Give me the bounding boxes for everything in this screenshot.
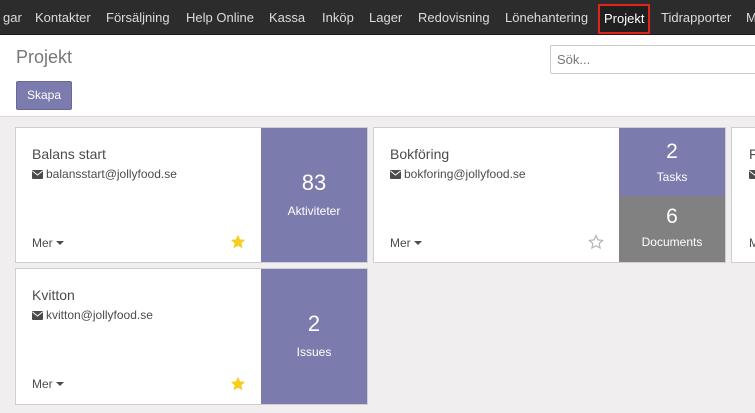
stat-aktiviteter[interactable]: 83 Aktiviteter — [261, 128, 367, 262]
project-card-balans-start[interactable]: Balans start balansstart@jollyfood.se Me… — [15, 127, 368, 263]
caret-down-icon — [55, 241, 64, 245]
nav-item-lonehantering[interactable]: Lönehantering — [505, 0, 588, 34]
nav-item-kassa[interactable]: Kassa — [269, 0, 305, 34]
envelope-icon — [32, 170, 43, 179]
envelope-icon — [390, 170, 401, 179]
stat-label: Aktiviteter — [287, 204, 341, 218]
project-email-text: balansstart@jollyfood.se — [46, 167, 177, 181]
nav-item-truncated-right[interactable]: M — [746, 0, 755, 34]
envelope-icon — [32, 311, 43, 320]
project-name[interactable]: Balans start — [32, 146, 106, 162]
nav-item-forsaljning[interactable]: Försäljning — [106, 0, 170, 34]
project-email: bokforing@jollyfood.se — [390, 167, 526, 181]
project-name[interactable]: F — [749, 146, 755, 162]
project-name[interactable]: Bokföring — [390, 146, 449, 162]
stat-count: 2 — [666, 140, 678, 163]
nav-item-kontakter[interactable]: Kontakter — [35, 0, 91, 34]
project-email — [749, 167, 755, 181]
project-email-text: bokforing@jollyfood.se — [404, 167, 526, 181]
top-menu-bar: gar Kontakter Försäljning Help Online Ka… — [0, 0, 755, 35]
project-email: balansstart@jollyfood.se — [32, 167, 177, 181]
search-input[interactable] — [551, 46, 755, 73]
project-name[interactable]: Kvitton — [32, 287, 75, 303]
more-dropdown[interactable]: Mer — [390, 236, 422, 250]
stat-tasks[interactable]: 2 Tasks — [619, 128, 725, 196]
nav-item-redovisning[interactable]: Redovisning — [418, 0, 490, 34]
search-box[interactable] — [550, 45, 755, 74]
envelope-icon — [749, 170, 755, 179]
caret-down-icon — [55, 382, 64, 386]
nav-item-help-online[interactable]: Help Online — [186, 0, 254, 34]
stat-documents[interactable]: 6 Documents — [619, 196, 725, 262]
more-label: Mer — [32, 236, 53, 250]
nav-item-truncated-left[interactable]: gar — [3, 0, 22, 34]
nav-item-lager[interactable]: Lager — [369, 0, 402, 34]
stat-label: Issues — [296, 345, 332, 359]
control-panel: Projekt Skapa — [0, 35, 755, 117]
stat-count: 6 — [666, 205, 678, 228]
more-dropdown[interactable]: Mer — [32, 377, 64, 391]
nav-item-inkop[interactable]: Inköp — [322, 0, 354, 34]
page-title: Projekt — [16, 47, 73, 67]
more-dropdown[interactable]: Mer — [32, 236, 64, 250]
nav-item-projekt[interactable]: Projekt — [598, 4, 651, 34]
more-dropdown[interactable]: M — [749, 236, 755, 250]
stat-count: 2 — [307, 311, 321, 336]
project-card-partial[interactable]: F M — [731, 127, 755, 263]
favorite-star-icon[interactable] — [230, 376, 246, 392]
stat-issues[interactable]: 2 Issues — [261, 269, 367, 404]
project-email: kvitton@jollyfood.se — [32, 308, 153, 322]
stat-label: Tasks — [656, 170, 688, 184]
more-label: Mer — [390, 236, 411, 250]
project-card-kvitton[interactable]: Kvitton kvitton@jollyfood.se Mer 2 Issue… — [15, 268, 368, 405]
stat-count: 83 — [301, 170, 327, 195]
favorite-star-icon[interactable] — [588, 234, 604, 250]
stat-label: Documents — [641, 235, 703, 249]
favorite-star-icon[interactable] — [230, 234, 246, 250]
caret-down-icon — [413, 241, 422, 245]
more-label: Mer — [32, 377, 53, 391]
create-button[interactable]: Skapa — [16, 81, 72, 110]
nav-item-tidrapporter[interactable]: Tidrapporter — [661, 0, 731, 34]
project-card-bokforing[interactable]: Bokföring bokforing@jollyfood.se Mer 2 T… — [373, 127, 726, 263]
project-email-text: kvitton@jollyfood.se — [46, 308, 153, 322]
